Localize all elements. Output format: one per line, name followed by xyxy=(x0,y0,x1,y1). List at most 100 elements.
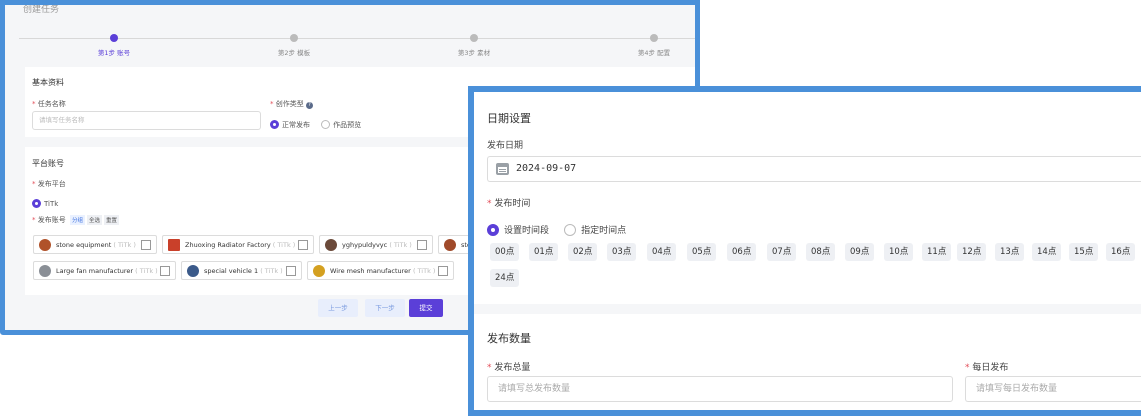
total-quantity-placeholder: 请填写总发布数量 xyxy=(498,384,571,394)
account-checkbox[interactable] xyxy=(417,240,427,250)
hour-chip-07[interactable]: 07点 xyxy=(767,243,797,261)
hour-chip-10[interactable]: 10点 xyxy=(884,243,914,261)
hour-chip-04[interactable]: 04点 xyxy=(647,243,677,261)
hour-chip-02[interactable]: 02点 xyxy=(568,243,598,261)
step-3[interactable]: 第3步 素材 xyxy=(434,31,514,57)
hour-chip-05[interactable]: 05点 xyxy=(687,243,717,261)
step-1[interactable]: 第1步 账号 xyxy=(74,31,154,57)
hour-chip-08[interactable]: 08点 xyxy=(806,243,836,261)
step-2[interactable]: 第2步 模板 xyxy=(254,31,334,57)
account-item[interactable]: stone equipment ( TiTk ) xyxy=(33,235,157,254)
account-item[interactable]: yghypuldyvyc ( TiTk ) xyxy=(319,235,433,254)
daily-quantity-placeholder: 请填写每日发布数量 xyxy=(976,384,1058,394)
step-label: 第1步 账号 xyxy=(97,49,131,57)
publish-date-value: 2024-09-07 xyxy=(516,163,577,174)
account-avatar xyxy=(187,265,199,277)
radio-preview-label: 作品预览 xyxy=(333,120,362,129)
select-all-button[interactable]: 全选 xyxy=(86,215,102,225)
hour-chip-03[interactable]: 03点 xyxy=(607,243,637,261)
group-button[interactable]: 分组 xyxy=(69,215,85,225)
window-title: 创建任务 xyxy=(23,5,60,15)
total-quantity-input[interactable]: 请填写总发布数量 xyxy=(487,376,953,402)
account-checkbox[interactable] xyxy=(160,266,170,276)
account-item[interactable]: Large fan manufacturer ( TiTk ) xyxy=(33,261,176,280)
task-name-label-text: 任务名称 xyxy=(37,100,66,108)
hour-chip-09[interactable]: 09点 xyxy=(845,243,875,261)
prev-step-button[interactable]: 上一步 xyxy=(318,299,358,317)
account-name-wrap: Zhuoxing Radiator Factory ( TiTk ) xyxy=(185,241,295,249)
hour-chip-01[interactable]: 01点 xyxy=(529,243,559,261)
account-checkbox[interactable] xyxy=(298,240,308,250)
radio-time-range-label: 设置时间段 xyxy=(504,226,550,236)
step-dot xyxy=(650,34,658,42)
hour-chip-06[interactable]: 06点 xyxy=(727,243,757,261)
account-name-wrap: special vehicle 1 ( TiTk ) xyxy=(204,267,283,275)
hour-chip-15[interactable]: 15点 xyxy=(1069,243,1099,261)
radio-normal-publish-label: 正常发布 xyxy=(282,120,310,129)
hour-chip-14[interactable]: 14点 xyxy=(1032,243,1062,261)
hour-chip-16[interactable]: 16点 xyxy=(1106,243,1136,261)
account-checkbox[interactable] xyxy=(286,266,296,276)
account-item[interactable]: Zhuoxing Radiator Factory ( TiTk ) xyxy=(162,235,314,254)
account-name: Large fan manufacturer xyxy=(56,267,134,275)
creation-type-label: * 创作类型 ? xyxy=(270,99,313,109)
help-icon[interactable]: ? xyxy=(305,102,313,109)
submit-button[interactable]: 提交 xyxy=(409,299,443,317)
hour-chip-24[interactable]: 24点 xyxy=(490,269,520,287)
account-avatar xyxy=(325,239,337,251)
publish-date-label: 发布日期 xyxy=(487,141,524,151)
hour-chip-12[interactable]: 12点 xyxy=(957,243,987,261)
time-mode-radios: 设置时间段 指定时间点 xyxy=(487,219,636,238)
reset-button[interactable]: 重置 xyxy=(104,215,120,225)
account-avatar xyxy=(39,265,51,277)
account-name-wrap: Wire mesh manufacturer ( TiTk ) xyxy=(330,267,435,275)
account-name: Wire mesh manufacturer xyxy=(330,267,411,275)
hour-chip-11[interactable]: 11点 xyxy=(922,243,952,261)
next-step-button[interactable]: 下一步 xyxy=(365,299,405,317)
radio-normal-publish[interactable] xyxy=(270,120,279,129)
account-platform: ( TiTk ) xyxy=(272,241,296,249)
step-4[interactable]: 第4步 配置 xyxy=(614,31,694,57)
task-name-input[interactable]: 请填写任务名称 xyxy=(32,111,261,130)
account-item[interactable]: special vehicle 1 ( TiTk ) xyxy=(181,261,302,280)
hour-chip-13[interactable]: 13点 xyxy=(995,243,1025,261)
creation-type-radios: 正常发布 作品预览 xyxy=(270,114,367,133)
step-dot xyxy=(290,34,298,42)
publish-date-picker[interactable]: 2024-09-07 xyxy=(487,156,1141,182)
step-label: 第4步 配置 xyxy=(637,49,671,57)
account-checkbox[interactable] xyxy=(438,266,448,276)
platform-radio: TiTk xyxy=(32,193,64,212)
account-item[interactable]: Wire mesh manufacturer ( TiTk ) xyxy=(307,261,454,280)
hour-chip-00[interactable]: 00点 xyxy=(490,243,520,261)
account-name-wrap: yghypuldyvyc ( TiTk ) xyxy=(342,241,412,249)
daily-label-text: 每日发布 xyxy=(972,363,1009,373)
creation-type-label-text: 创作类型 xyxy=(275,100,304,108)
calendar-icon xyxy=(496,163,509,175)
account-avatar xyxy=(313,265,325,277)
radio-time-range[interactable] xyxy=(487,223,499,236)
account-avatar xyxy=(39,239,51,251)
daily-quantity-input[interactable]: 请填写每日发布数量 xyxy=(965,376,1141,402)
publish-quantity-title: 发布数量 xyxy=(487,332,531,345)
platform-label-text: 发布平台 xyxy=(37,180,66,188)
radio-time-point[interactable] xyxy=(564,223,577,236)
step-dot xyxy=(110,34,118,42)
basic-info-title: 基本资料 xyxy=(32,78,64,87)
accounts-label: * 发布账号 分组 全选 重置 xyxy=(32,215,120,225)
account-platform: ( TiTk ) xyxy=(135,267,158,275)
account-platform: ( TiTk ) xyxy=(260,267,283,275)
account-name: special vehicle 1 xyxy=(204,267,259,275)
account-checkbox[interactable] xyxy=(141,240,151,250)
step-label: 第3步 素材 xyxy=(457,49,491,57)
account-name: stone equipment xyxy=(56,241,112,249)
radio-preview[interactable] xyxy=(321,120,331,129)
date-settings-section: 日期设置 发布日期 2024-09-07 * 发布时间 设置时间段 指定时间点 … xyxy=(474,92,1141,304)
account-avatar xyxy=(444,239,456,251)
radio-titk[interactable] xyxy=(32,199,41,208)
accounts-label-text: 发布账号 xyxy=(37,216,66,224)
account-platform: ( TiTk ) xyxy=(113,241,136,249)
platform-label: * 发布平台 xyxy=(32,179,66,189)
publish-time-label: * 发布时间 xyxy=(487,196,530,209)
account-platform: ( TiTk ) xyxy=(389,241,412,249)
settings-window: 日期设置 发布日期 2024-09-07 * 发布时间 设置时间段 指定时间点 … xyxy=(468,86,1141,416)
